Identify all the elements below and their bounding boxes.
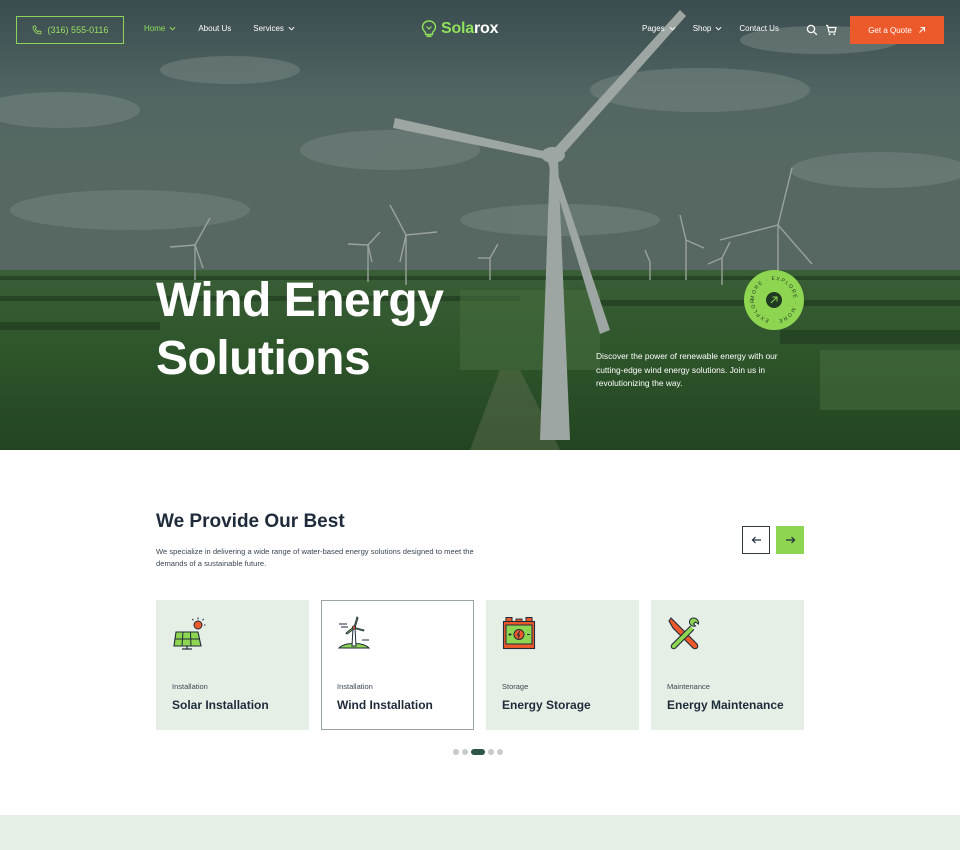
wind-turbine-icon [337,616,371,649]
nav-services-label: Services [253,24,284,33]
hero-description: Discover the power of renewable energy w… [596,351,778,388]
nav-about[interactable]: About Us [198,24,231,33]
card-category: Installation [172,682,208,691]
get-quote-label: Get a Quote [868,25,912,35]
card-title: Solar Installation [172,698,269,712]
logo-wordmark: Solarox [441,20,499,38]
pagination-dot[interactable] [453,749,459,755]
nav-pages-label: Pages [642,24,665,33]
logo-part-1: Sola [441,20,474,37]
hero-title-line-2: Solutions [156,332,371,385]
chevron-down-icon [715,26,722,31]
card-title: Energy Maintenance [667,698,784,712]
chevron-down-icon [288,26,295,31]
primary-nav-left: Home About Us Services [144,24,295,33]
nav-services[interactable]: Services [253,24,295,33]
chevron-down-icon [669,26,676,31]
carousel-prev-button[interactable] [742,526,770,554]
pagination-dot-active[interactable] [471,749,485,755]
hero-title-line-1: Wind Energy [156,274,444,327]
nav-home-label: Home [144,24,166,33]
card-title: Energy Storage [502,698,591,712]
cart-icon[interactable] [825,24,837,36]
chevron-down-icon [169,26,176,31]
nav-shop-label: Shop [692,24,712,33]
nav-contact[interactable]: Contact Us [739,24,779,33]
arrow-left-icon [751,536,761,544]
card-category: Maintenance [667,682,710,691]
arrow-up-right-icon [918,26,925,33]
nav-about-label: About Us [198,24,232,33]
phone-number: (316) 555-0116 [47,25,109,35]
carousel-next-button[interactable] [776,526,804,554]
battery-icon [502,617,536,650]
service-card-wind-installation[interactable]: Installation Wind Installation [321,600,474,730]
site-logo[interactable]: Solarox [421,20,499,38]
pagination-dot[interactable] [462,749,468,755]
pagination-dot[interactable] [497,749,503,755]
arrow-right-icon [785,536,795,544]
phone-button[interactable]: (316) 555-0116 [16,16,124,44]
site-header: (316) 555-0116 Home About Us Services So… [0,0,960,60]
hero-title: Wind Energy Solutions [156,272,444,388]
get-quote-button[interactable]: Get a Quote [850,16,944,44]
hero-section: (316) 555-0116 Home About Us Services So… [0,0,960,450]
carousel-pagination [453,749,503,755]
logo-part-2: rox [474,20,499,37]
section-description: We specialize in delivering a wide range… [156,547,474,568]
nav-shop[interactable]: Shop [693,24,723,33]
service-card-energy-storage[interactable]: Storage Energy Storage [486,600,639,730]
nav-pages[interactable]: Pages [642,24,676,33]
card-title: Wind Installation [337,698,433,712]
solar-panel-icon [173,617,206,650]
service-card-solar-installation[interactable]: Installation Solar Installation [156,600,309,730]
next-section-band [0,815,960,850]
tools-icon [668,617,700,650]
pagination-dot[interactable] [488,749,494,755]
logo-bulb-icon [421,20,437,38]
service-card-energy-maintenance[interactable]: Maintenance Energy Maintenance [651,600,804,730]
search-icon[interactable] [806,24,818,36]
nav-home[interactable]: Home [144,24,176,33]
primary-nav-right: Pages Shop Contact Us [642,24,779,33]
nav-contact-label: Contact Us [739,24,779,33]
section-title: We Provide Our Best [156,511,345,532]
card-category: Installation [337,682,373,691]
explore-more-badge[interactable]: MORE · EXPLORE · MORE · EXPLORE · [744,270,804,330]
hero-overlay [0,0,960,450]
card-category: Storage [502,682,529,691]
phone-icon [32,25,41,35]
